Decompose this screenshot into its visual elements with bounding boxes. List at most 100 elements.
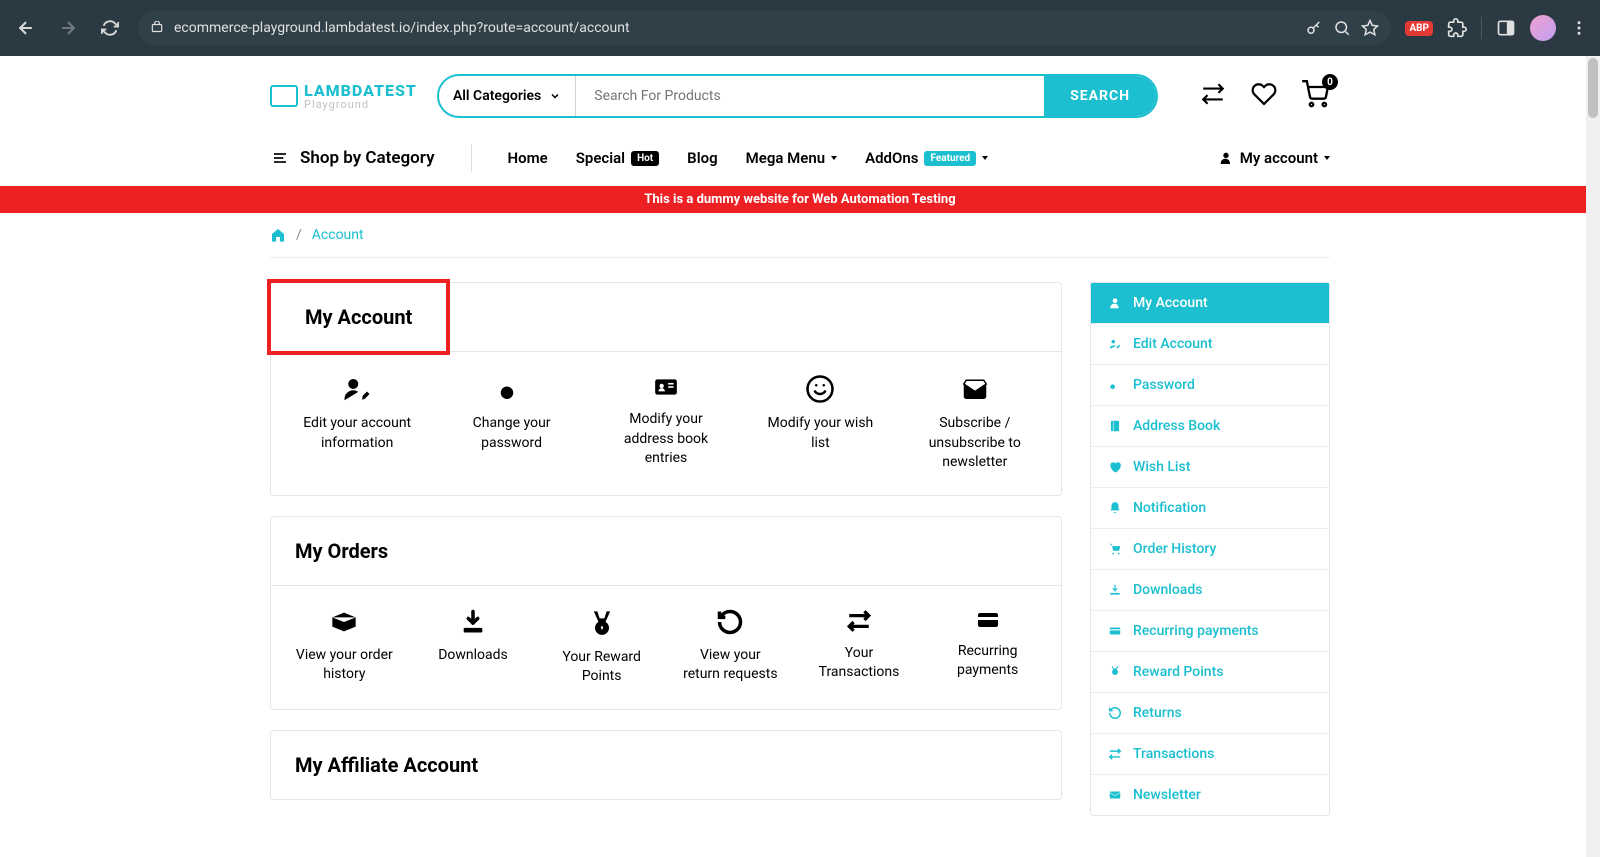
undo-icon [715,608,745,636]
envelope-icon [960,374,990,404]
logo-name: LAMBDATEST [304,83,417,99]
sidebar-item-order-history[interactable]: Order History [1091,529,1329,570]
search-bar: All Categories SEARCH [437,74,1158,118]
abp-badge[interactable]: ABP [1405,21,1433,36]
star-icon[interactable] [1361,19,1379,37]
nav-mega-menu[interactable]: Mega Menu [746,149,837,167]
tile-change-password[interactable]: Change your password [449,374,573,473]
sidebar-item-password[interactable]: Password [1091,365,1329,406]
site-header: LAMBDATEST Playground All Categories SEA… [270,56,1330,136]
main-nav: Shop by Category Home SpecialHot Blog Me… [270,136,1330,186]
home-icon[interactable] [270,227,286,243]
logo-sub: Playground [304,99,417,110]
my-orders-heading: My Orders [271,517,1061,585]
exchange-icon [844,608,874,634]
tile-downloads[interactable]: Downloads [424,608,523,687]
zoom-icon[interactable] [1333,19,1351,37]
separator [1481,17,1482,39]
smile-icon [805,374,835,404]
search-button[interactable]: SEARCH [1044,76,1156,116]
tile-recurring[interactable]: Recurring payments [938,608,1037,687]
hot-badge: Hot [631,151,659,166]
nav-special[interactable]: SpecialHot [576,149,659,167]
user-edit-icon [1107,337,1123,351]
sidebar-item-transactions[interactable]: Transactions [1091,734,1329,775]
wishlist-icon[interactable] [1250,81,1278,111]
scrollbar[interactable] [1586,56,1600,857]
sidebar-item-returns[interactable]: Returns [1091,693,1329,734]
sidebar-item-recurring[interactable]: Recurring payments [1091,611,1329,652]
key-icon [1107,378,1123,392]
box-open-icon [327,608,361,636]
panel-icon[interactable] [1496,18,1516,38]
chevron-down-icon [982,156,988,160]
search-category-dropdown[interactable]: All Categories [439,76,576,116]
book-icon [1107,419,1123,433]
sidebar-item-address-book[interactable]: Address Book [1091,406,1329,447]
tile-reward-points[interactable]: Your Reward Points [552,608,651,687]
nav-addons[interactable]: AddOnsFeatured [865,149,988,167]
url-text: ecommerce-playground.lambdatest.io/index… [174,20,630,36]
tile-wish-list[interactable]: Modify your wish list [758,374,882,473]
user-icon [1107,296,1123,310]
breadcrumb-separator: / [296,227,302,243]
affiliate-card: My Affiliate Account [270,730,1062,800]
menu-icon[interactable] [1570,19,1588,37]
gift-icon [1107,665,1123,679]
sidebar-item-downloads[interactable]: Downloads [1091,570,1329,611]
browser-chrome: ecommerce-playground.lambdatest.io/index… [0,0,1600,56]
nav-blog[interactable]: Blog [687,149,717,167]
user-edit-icon [340,374,374,404]
sidebar-item-wish-list[interactable]: Wish List [1091,447,1329,488]
separator [471,144,472,172]
profile-avatar[interactable] [1530,15,1556,41]
my-account-heading: My Account [271,283,446,351]
sidebar-item-reward-points[interactable]: Reward Points [1091,652,1329,693]
tile-transactions[interactable]: Your Transactions [810,608,909,687]
key-icon [1305,19,1323,37]
download-icon [1107,583,1123,597]
search-input[interactable] [576,76,1044,116]
cart-icon[interactable]: 0 [1300,80,1330,112]
reload-button[interactable] [96,14,124,42]
heart-icon [1107,460,1123,474]
featured-badge: Featured [924,151,976,166]
notice-banner: This is a dummy website for Web Automati… [0,186,1600,213]
sidebar-item-my-account[interactable]: My Account [1091,283,1329,324]
affiliate-heading: My Affiliate Account [271,731,1061,799]
chevron-down-icon [549,90,561,102]
breadcrumb-current[interactable]: Account [312,227,364,243]
tile-newsletter[interactable]: Subscribe / unsubscribe to newsletter [913,374,1037,473]
main-content: My Account Edit your account information… [270,282,1062,816]
account-sidebar: My Account Edit Account Password Address… [1090,282,1330,816]
breadcrumb: / Account [270,213,1330,258]
tile-returns[interactable]: View your return requests [681,608,780,687]
sidebar-item-notification[interactable]: Notification [1091,488,1329,529]
sidebar-item-edit-account[interactable]: Edit Account [1091,324,1329,365]
medal-icon [588,608,616,638]
envelope-icon [1107,788,1123,802]
my-account-card: My Account Edit your account information… [270,282,1062,496]
my-orders-card: My Orders View your order history Downlo… [270,516,1062,710]
url-bar[interactable]: ecommerce-playground.lambdatest.io/index… [138,11,1391,45]
download-icon [458,608,488,636]
exchange-icon [1107,747,1123,761]
user-icon [1218,150,1234,166]
key-icon [497,374,527,404]
logo[interactable]: LAMBDATEST Playground [270,83,417,110]
tile-order-history[interactable]: View your order history [295,608,394,687]
shop-by-category[interactable]: Shop by Category [270,148,435,168]
extensions-icon[interactable] [1447,18,1467,38]
nav-my-account[interactable]: My account [1218,149,1330,167]
sidebar-item-newsletter[interactable]: Newsletter [1091,775,1329,815]
bell-icon [1107,501,1123,515]
undo-icon [1107,706,1123,720]
credit-card-icon [971,608,1005,632]
back-button[interactable] [12,14,40,42]
compare-icon[interactable] [1198,81,1228,111]
tile-address-book[interactable]: Modify your address book entries [604,374,728,473]
cart-count-badge: 0 [1322,74,1338,90]
nav-home[interactable]: Home [508,149,548,167]
forward-button[interactable] [54,14,82,42]
tile-edit-account[interactable]: Edit your account information [295,374,419,473]
